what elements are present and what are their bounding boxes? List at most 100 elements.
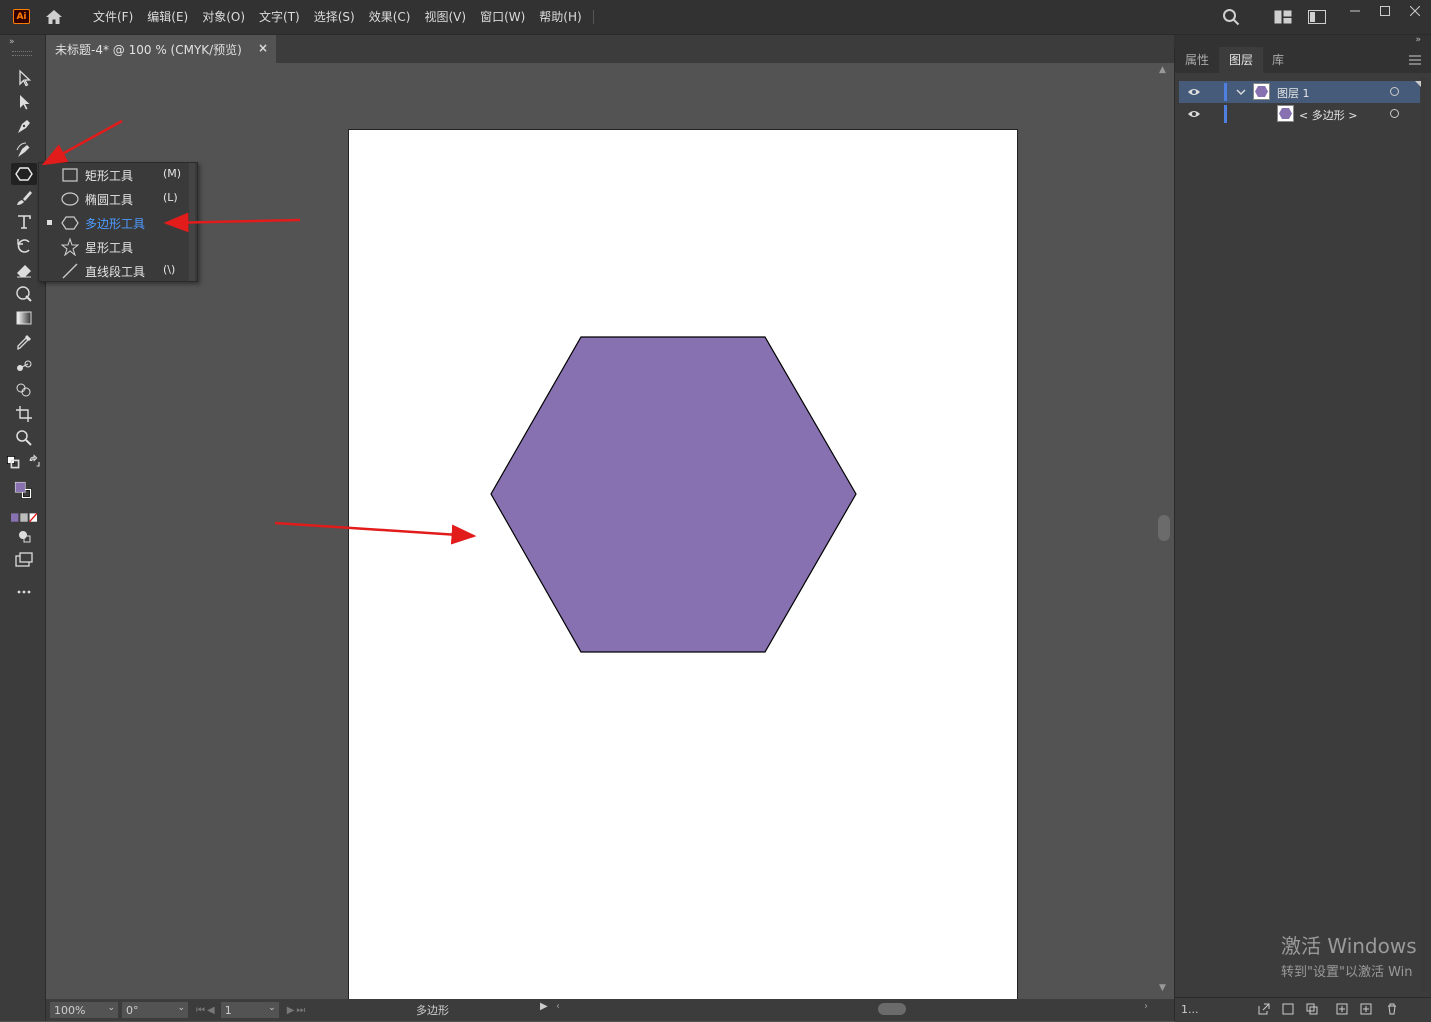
canvas[interactable] [46, 63, 1154, 999]
layers-panel: 属性 图层 库 图层 1 < 多边形 > 1... [1174, 47, 1431, 1022]
menu-select[interactable]: 选择(S) [307, 0, 362, 34]
vertical-scrollbar[interactable]: ▲ ▼ [1155, 63, 1173, 999]
menu-object[interactable]: 对象(O) [195, 0, 252, 34]
artboard-tool-icon[interactable] [11, 403, 37, 425]
visibility-eye-icon[interactable] [1187, 108, 1201, 120]
object-target-icon[interactable] [1390, 109, 1399, 118]
line-segment-tool-item[interactable]: 直线段工具 (\) [39, 259, 191, 283]
gradient-tool-icon[interactable] [11, 307, 37, 329]
status-menu-icon[interactable]: ▶ [540, 1001, 548, 1012]
layer-count: 1... [1181, 1003, 1199, 1016]
paintbrush-tool-icon[interactable] [11, 187, 37, 209]
menu-view[interactable]: 视图(V) [417, 0, 473, 34]
polygon-icon [61, 216, 79, 230]
home-icon[interactable] [44, 8, 64, 26]
tear-off-bar[interactable] [189, 163, 195, 281]
artboard[interactable] [348, 129, 1018, 999]
collapse-panels-icon[interactable]: » [1415, 35, 1421, 45]
chevron-down-icon[interactable]: ⌄ [177, 1003, 185, 1013]
horizontal-scrollbar[interactable]: ‹ › [556, 1001, 1148, 1017]
tab-libraries[interactable]: 库 [1263, 47, 1293, 73]
layer-target-icon[interactable] [1390, 87, 1399, 96]
search-icon[interactable] [1222, 8, 1240, 26]
artboard-number-field[interactable]: 1 ⌄ [220, 1002, 279, 1018]
scroll-right-icon[interactable]: › [1144, 1001, 1148, 1012]
tab-properties[interactable]: 属性 [1175, 47, 1219, 73]
arrange-documents-icon[interactable] [1308, 10, 1326, 24]
polygon-tool-item[interactable]: 多边形工具 [39, 211, 191, 235]
artboard-first-prev-icons[interactable]: ⏮◀ [196, 1005, 217, 1016]
scroll-thumb[interactable] [1158, 515, 1170, 541]
locate-object-icon[interactable] [1281, 1002, 1295, 1016]
pen-tool-icon[interactable] [11, 115, 37, 137]
rotation-field[interactable]: 0° ⌄ [122, 1002, 188, 1018]
panel-scrollbar[interactable] [1421, 77, 1429, 992]
ellipse-tool-item[interactable]: 椭圆工具 (L) [39, 187, 191, 211]
screen-mode-icon[interactable] [11, 549, 37, 571]
polygon-tool-label: 多边形工具 [85, 217, 146, 231]
workspace-switcher-icon[interactable] [1274, 10, 1292, 24]
star-icon [61, 238, 79, 256]
layer-color-bar [1224, 83, 1227, 101]
more-tools-icon[interactable] [11, 581, 37, 603]
chevron-down-icon[interactable] [1235, 86, 1247, 98]
curvature-tool-icon[interactable] [11, 139, 37, 161]
chevron-down-icon[interactable]: ⌄ [268, 1003, 276, 1013]
puppet-warp-tool-icon[interactable] [11, 283, 37, 305]
delete-icon[interactable] [1385, 1002, 1399, 1016]
maximize-icon[interactable] [1370, 0, 1400, 22]
layer-thumbnail [1253, 83, 1270, 100]
rotate-tool-icon[interactable] [11, 235, 37, 257]
rectangle-tool-item[interactable]: 矩形工具 (M) [39, 163, 191, 187]
sublayer-row[interactable]: < 多边形 > [1179, 103, 1420, 125]
star-tool-item[interactable]: 星形工具 [39, 235, 191, 259]
scroll-up-icon[interactable]: ▲ [1159, 65, 1166, 75]
menu-effect[interactable]: 效果(C) [362, 0, 418, 34]
zoom-tool-icon[interactable] [11, 427, 37, 449]
close-icon[interactable] [1400, 0, 1430, 22]
scroll-down-icon[interactable]: ▼ [1159, 983, 1166, 993]
new-layer-icon[interactable] [1359, 1002, 1373, 1016]
eyedropper-tool-icon[interactable] [11, 331, 37, 353]
toolbar-grip[interactable] [12, 51, 32, 56]
panel-menu-icon[interactable] [1409, 55, 1421, 65]
tab-layers[interactable]: 图层 [1219, 47, 1263, 73]
minimize-icon[interactable] [1340, 0, 1370, 22]
shape-builder-tool-icon[interactable] [11, 379, 37, 401]
make-clipping-mask-icon[interactable] [1305, 1002, 1319, 1016]
menu-file[interactable]: 文件(F) [86, 0, 140, 34]
fill-stroke-swatch[interactable] [8, 475, 40, 507]
document-tab[interactable]: 未标题-4* @ 100 % (CMYK/预览) × [46, 35, 276, 63]
close-tab-icon[interactable]: × [258, 41, 268, 55]
line-segment-tool-label: 直线段工具 [85, 265, 146, 279]
collapse-toolbar-icon[interactable]: » [9, 37, 15, 47]
type-tool-icon[interactable] [11, 211, 37, 233]
scroll-left-icon[interactable]: ‹ [556, 1001, 560, 1012]
drawing-mode-icon[interactable] [11, 525, 37, 547]
document-tab-title: 未标题-4* @ 100 % (CMYK/预览) [55, 42, 242, 57]
export-icon[interactable] [1257, 1002, 1271, 1016]
menu-help[interactable]: 帮助(H) [532, 0, 588, 34]
horizontal-scroll-thumb[interactable] [878, 1003, 906, 1015]
selection-tool-icon[interactable] [11, 67, 37, 89]
create-sublayer-icon[interactable] [1335, 1002, 1349, 1016]
menu-type[interactable]: 文字(T) [252, 0, 307, 34]
default-fill-stroke-icon[interactable] [5, 451, 21, 473]
swap-fill-stroke-icon[interactable] [27, 451, 43, 473]
layer-row[interactable]: 图层 1 [1179, 81, 1421, 103]
eraser-tool-icon[interactable] [11, 259, 37, 281]
polygon-tool-icon[interactable] [11, 163, 37, 185]
menu-window[interactable]: 窗口(W) [473, 0, 532, 34]
visibility-eye-icon[interactable] [1187, 86, 1201, 98]
direct-selection-tool-icon[interactable] [11, 91, 37, 113]
zoom-field[interactable]: 100% ⌄ [50, 1002, 118, 1018]
artboard-next-last-icons[interactable]: ▶⏭ [287, 1005, 308, 1016]
blend-tool-icon[interactable] [11, 355, 37, 377]
main-menu: 文件(F) 编辑(E) 对象(O) 文字(T) 选择(S) 效果(C) 视图(V… [86, 0, 594, 34]
menu-edit[interactable]: 编辑(E) [140, 0, 195, 34]
layers-panel-footer: 1... [1175, 997, 1431, 1022]
selected-indicator [47, 220, 52, 225]
rectangle-icon [62, 168, 78, 182]
hexagon-shape[interactable] [490, 336, 857, 653]
chevron-down-icon[interactable]: ⌄ [107, 1003, 115, 1013]
